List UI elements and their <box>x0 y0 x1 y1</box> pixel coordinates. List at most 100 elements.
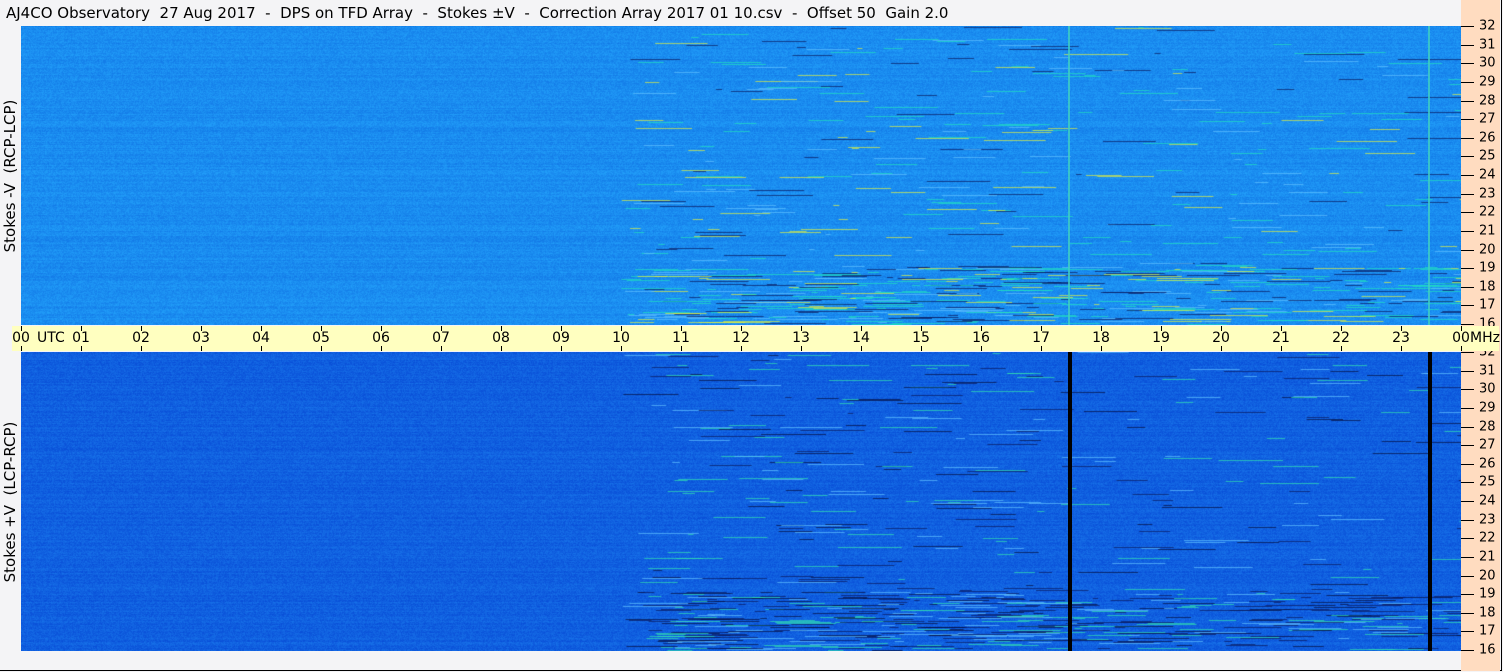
x-tick-label: 18 <box>1092 330 1110 346</box>
y-tick-label: 17 <box>1479 623 1496 639</box>
y-tick-label: 28 <box>1479 419 1496 434</box>
y-tick <box>1461 26 1474 27</box>
x-tick-label: 07 <box>432 330 450 346</box>
y-tick-label: 19 <box>1479 586 1496 602</box>
y-tick-label: 31 <box>1479 363 1496 379</box>
y-tick-label: 24 <box>1479 167 1496 183</box>
x-tick-label: 14 <box>852 330 870 346</box>
y-tick-label: 20 <box>1479 568 1496 583</box>
interference-vertical-line <box>1068 352 1072 651</box>
y-tick-label: 27 <box>1479 111 1496 127</box>
y-tick-label: 23 <box>1479 512 1496 528</box>
x-tick-label: 09 <box>552 330 570 346</box>
utc-time-axis: 00 01 02 03 04 05 06 07 08 09 10 11 12 13 14 15 16 17 18 19… <box>12 326 1500 351</box>
y-tick <box>1461 137 1474 139</box>
y-tick <box>1461 407 1474 409</box>
spectrogram-stokes-plus-v <box>21 352 1461 651</box>
y-tick-label: 20 <box>1479 242 1496 257</box>
x-tick-label: 16 <box>972 330 990 346</box>
y-tick <box>1461 519 1474 521</box>
y-tick-label: 31 <box>1479 37 1496 53</box>
y-tick-label: 21 <box>1479 223 1496 239</box>
x-tick-label: 19 <box>1152 330 1170 346</box>
x-tick-label: 06 <box>372 330 390 346</box>
y-tick-label: 27 <box>1479 437 1496 453</box>
y-tick <box>1461 305 1474 307</box>
y-tick <box>1461 501 1474 502</box>
x-tick-label: 05 <box>312 330 330 346</box>
x-tick-label: 01 <box>72 330 90 346</box>
y-tick <box>1461 230 1474 232</box>
y-tick-label: 29 <box>1479 400 1496 416</box>
x-tick-label: 08 <box>492 330 510 346</box>
y-tick-label: 22 <box>1479 530 1496 546</box>
y-tick <box>1461 44 1474 46</box>
x-tick-label: 11 <box>672 330 690 346</box>
y-tick <box>1461 612 1474 614</box>
x-tick-label: 02 <box>132 330 150 346</box>
y-tick <box>1461 650 1474 651</box>
y-tick-label: 18 <box>1479 605 1496 621</box>
y-tick <box>1461 594 1474 596</box>
y-tick <box>1461 268 1474 270</box>
y-tick <box>1461 212 1474 214</box>
y-tick-label: 17 <box>1479 297 1496 313</box>
y-tick-label: 30 <box>1479 381 1496 397</box>
y-tick <box>1461 538 1474 540</box>
interference-vertical-line <box>1428 26 1430 325</box>
y-tick <box>1461 426 1474 428</box>
x-tick-label: 20 <box>1212 330 1230 346</box>
x-tick-label: 21 <box>1272 330 1290 346</box>
y-tick <box>1461 63 1474 65</box>
y-tick <box>1461 156 1474 158</box>
x-tick-label: 00 <box>1452 330 1470 346</box>
y-tick-label: 23 <box>1479 186 1496 202</box>
y-tick <box>1461 389 1474 391</box>
x-tick-label: 23 <box>1392 330 1410 346</box>
y-tick-label: 18 <box>1479 279 1496 295</box>
bottom-panel-ylabel: Stokes +V (LCP-RCP) <box>1 421 19 583</box>
spectrogram-stokes-minus-v <box>21 26 1461 325</box>
y-tick-label: 32 <box>1479 18 1496 34</box>
y-tick-label: 19 <box>1479 260 1496 276</box>
y-tick <box>1461 370 1474 372</box>
y-tick-label: 29 <box>1479 74 1496 90</box>
y-tick-label: 22 <box>1479 204 1496 220</box>
x-tick-label: 17 <box>1032 330 1050 346</box>
y-tick-label: 16 <box>1479 642 1496 658</box>
x-tick-label: 04 <box>252 330 270 346</box>
x-tick-label: 03 <box>192 330 210 346</box>
y-tick <box>1461 445 1474 447</box>
y-tick-label: 24 <box>1479 493 1496 509</box>
y-tick <box>1461 193 1474 195</box>
y-tick <box>1461 463 1474 465</box>
x-tick-label: 15 <box>912 330 930 346</box>
x-tick-label: 22 <box>1332 330 1350 346</box>
y-tick-label: 25 <box>1479 148 1496 164</box>
y-tick <box>1461 119 1474 121</box>
x-tick-label: 00 <box>12 330 30 346</box>
y-tick-label: 25 <box>1479 474 1496 490</box>
page-title: AJ4CO Observatory 27 Aug 2017 - DPS on T… <box>6 4 949 22</box>
y-tick <box>1461 100 1474 102</box>
y-tick <box>1461 324 1474 325</box>
interference-vertical-line <box>1428 352 1432 651</box>
interference-vertical-line <box>1068 26 1070 325</box>
y-axis-unit: MHz <box>1470 330 1500 346</box>
top-panel-ylabel: Stokes -V (RCP-LCP) <box>1 99 19 253</box>
y-tick <box>1461 81 1474 83</box>
y-tick <box>1461 249 1474 251</box>
x-tick-label: 12 <box>732 330 750 346</box>
y-tick <box>1461 482 1474 484</box>
x-axis-unit: UTC <box>37 330 65 346</box>
y-tick <box>1461 575 1474 577</box>
y-tick-label: 28 <box>1479 93 1496 108</box>
y-tick <box>1461 286 1474 288</box>
x-tick-label: 10 <box>612 330 630 346</box>
y-tick <box>1461 556 1474 558</box>
y-tick-label: 21 <box>1479 549 1496 565</box>
y-tick <box>1461 631 1474 633</box>
y-tick-label: 26 <box>1479 130 1496 146</box>
y-tick-label: 26 <box>1479 456 1496 472</box>
y-tick <box>1461 175 1474 176</box>
